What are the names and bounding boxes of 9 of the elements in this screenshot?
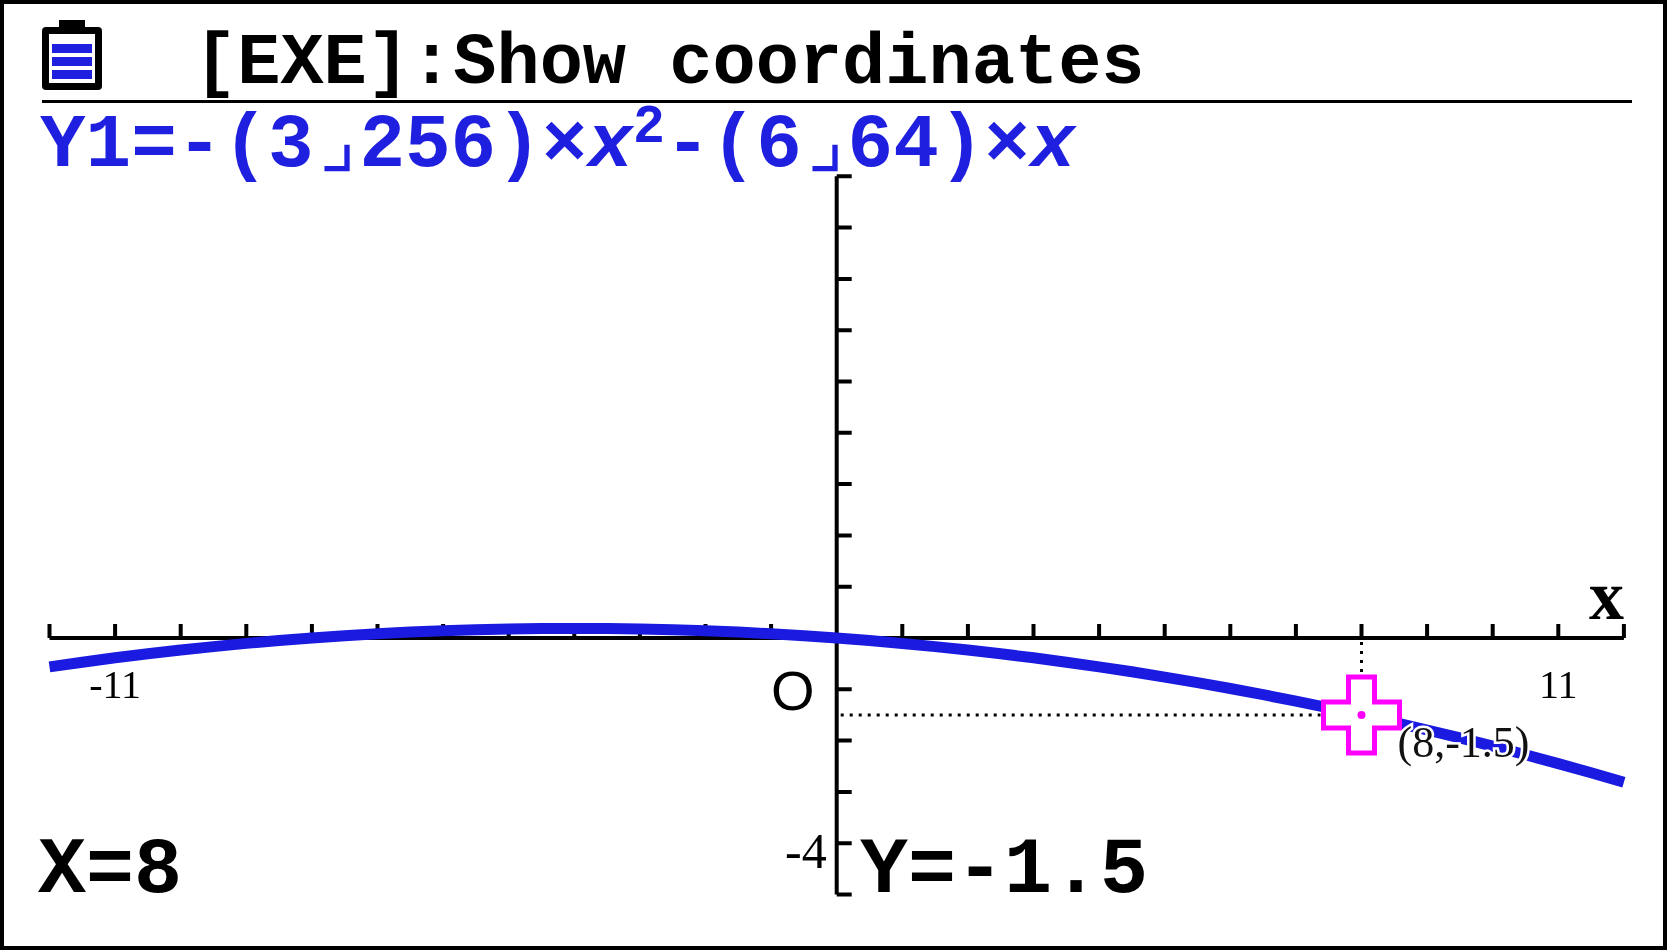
- y-readout: Y=-1.5: [860, 831, 1149, 911]
- battery-icon: [42, 20, 102, 90]
- tick-label: 11: [1539, 662, 1578, 707]
- tick-label: -4: [785, 822, 827, 879]
- screen-title: [EXE]:Show coordinates: [194, 28, 1145, 100]
- x-readout: X=8: [38, 831, 183, 911]
- axis-label: x: [1588, 557, 1624, 634]
- origin-label: O: [770, 659, 815, 722]
- tick-label: -11: [89, 662, 141, 707]
